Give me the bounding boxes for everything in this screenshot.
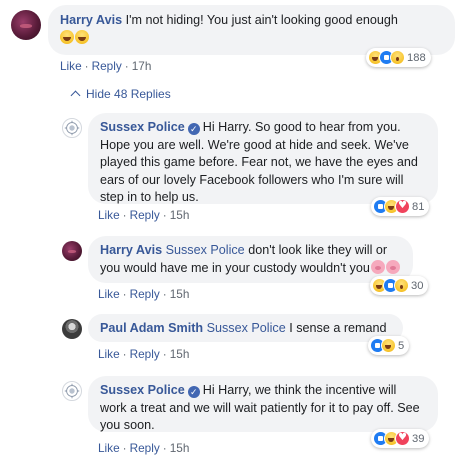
reply-bubble: Sussex Police ✓ Hi Harry. So good to hear … (88, 113, 438, 204)
like-button[interactable]: Like (98, 441, 120, 455)
timestamp[interactable]: 15h (170, 208, 190, 222)
timestamp[interactable]: 17h (132, 59, 152, 73)
pig-emoji-icon (385, 259, 400, 274)
chevron-up-icon (70, 90, 81, 101)
reply-author[interactable]: Paul Adam Smith (100, 321, 203, 335)
timestamp[interactable]: 15h (170, 441, 190, 455)
reaction-summary[interactable]: 30 (370, 276, 429, 295)
wow-reaction-icon (394, 278, 409, 293)
reaction-count: 5 (398, 339, 405, 352)
avatar[interactable] (11, 10, 41, 40)
like-button[interactable]: Like (98, 347, 120, 361)
reaction-count: 30 (411, 279, 424, 292)
mention-tag[interactable]: Sussex Police (166, 243, 245, 257)
timestamp[interactable]: 15h (170, 347, 190, 361)
verified-badge-icon: ✓ (187, 123, 200, 135)
hide-replies-toggle[interactable]: Hide 48 Replies (70, 87, 171, 101)
reply-bubble: Paul Adam Smith Sussex Police I sense a … (88, 314, 403, 342)
comment-text: I'm not hiding! You just ain't looking g… (125, 13, 398, 27)
police-crest-icon (64, 120, 80, 136)
reply-button[interactable]: Reply (92, 59, 122, 73)
like-button[interactable]: Like (60, 59, 82, 73)
hide-replies-label: Hide 48 Replies (86, 87, 171, 101)
reply-actions: Like · Reply · 15h (98, 287, 190, 301)
police-crest-icon (64, 383, 80, 399)
comment-actions: Like · Reply · 17h (60, 59, 152, 73)
avatar[interactable] (62, 319, 82, 339)
love-reaction-icon (395, 431, 410, 446)
laughing-emoji-icon (75, 29, 89, 44)
reaction-count: 39 (412, 432, 425, 445)
reaction-summary[interactable]: 39 (371, 429, 430, 448)
reaction-summary[interactable]: 188 (366, 48, 431, 67)
pig-emoji-icon (370, 259, 385, 274)
reply-button[interactable]: Reply (130, 441, 160, 455)
reply-button[interactable]: Reply (130, 347, 160, 361)
reply-bubble: Harry Avis Sussex Police don't look like… (88, 236, 413, 283)
wow-reaction-icon (390, 50, 405, 65)
like-button[interactable]: Like (98, 287, 120, 301)
reply-author[interactable]: Sussex Police (100, 383, 185, 397)
reaction-count: 81 (412, 200, 425, 213)
mention-tag[interactable]: Sussex Police (207, 321, 286, 335)
reaction-summary[interactable]: 5 (368, 336, 410, 355)
reply-actions: Like · Reply · 15h (98, 208, 190, 222)
reply-actions: Like · Reply · 15h (98, 347, 190, 361)
avatar[interactable] (62, 118, 82, 138)
reaction-summary[interactable]: 81 (371, 197, 430, 216)
reply-actions: Like · Reply · 15h (98, 441, 190, 455)
reply-author[interactable]: Harry Avis (100, 243, 162, 257)
like-button[interactable]: Like (98, 208, 120, 222)
timestamp[interactable]: 15h (170, 287, 190, 301)
comment-author[interactable]: Harry Avis (60, 13, 122, 27)
avatar[interactable] (62, 241, 82, 261)
avatar[interactable] (62, 381, 82, 401)
haha-reaction-icon (381, 338, 396, 353)
love-reaction-icon (395, 199, 410, 214)
reply-bubble: Sussex Police ✓ Hi Harry, we think the inc… (88, 376, 438, 432)
verified-badge-icon: ✓ (187, 386, 200, 398)
laughing-emoji-icon (60, 29, 74, 44)
reply-text: I sense a remand (289, 321, 387, 335)
reply-button[interactable]: Reply (130, 208, 160, 222)
reply-button[interactable]: Reply (130, 287, 160, 301)
reply-author[interactable]: Sussex Police (100, 120, 185, 134)
reaction-count: 188 (407, 51, 426, 64)
